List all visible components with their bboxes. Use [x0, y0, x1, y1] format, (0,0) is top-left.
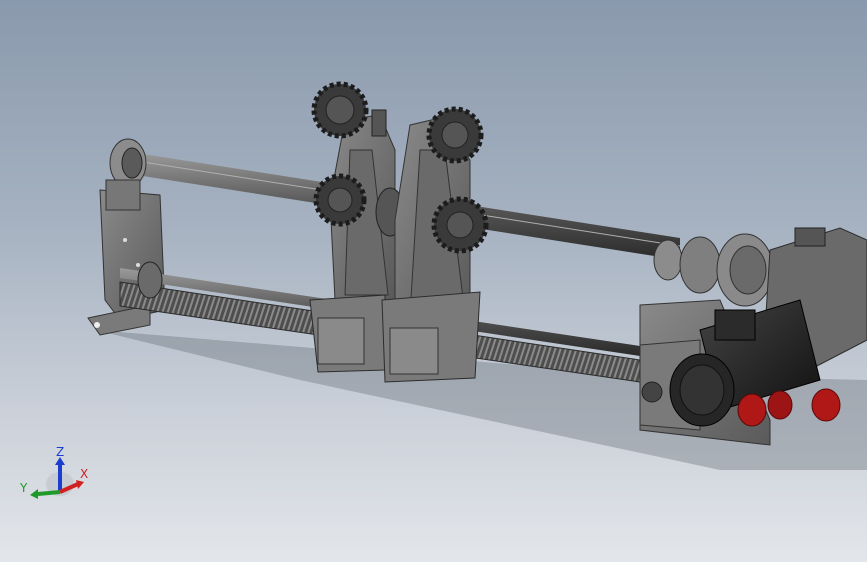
sliding-block-1[interactable] [309, 294, 386, 373]
sprocket-1-lower[interactable] [313, 173, 367, 227]
sprocket-2-lower[interactable] [431, 196, 489, 254]
sliding-block-2[interactable] [381, 291, 481, 383]
y-axis-label: Y [19, 481, 28, 495]
graphics-viewport[interactable]: Z X Y [0, 0, 867, 562]
sprocket-2-upper[interactable] [426, 106, 484, 164]
x-axis-label: X [80, 467, 88, 481]
z-axis-label: Z [56, 445, 64, 459]
sprocket-1-upper[interactable] [311, 81, 369, 139]
y-axis-icon [37, 490, 61, 496]
coupling[interactable] [679, 233, 774, 307]
coordinate-triad: Z X Y [19, 445, 88, 499]
assembly-model[interactable] [0, 0, 867, 562]
